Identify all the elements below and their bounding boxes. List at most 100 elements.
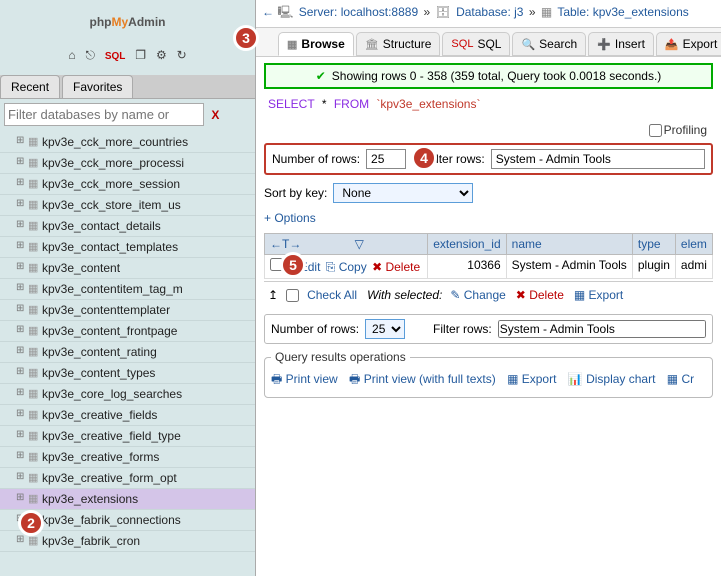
num-rows-select[interactable]: 25: [365, 319, 405, 339]
table-icon: ▦: [28, 261, 38, 274]
logo: phpMyAdmin: [0, 0, 255, 42]
col-name[interactable]: name: [506, 234, 632, 255]
tree-item-kpv3e_contact_templates[interactable]: ▦kpv3e_contact_templates: [0, 237, 255, 258]
col-elem[interactable]: elem: [675, 234, 712, 255]
check-all-link[interactable]: Check All: [307, 288, 357, 302]
clear-filter-icon[interactable]: X: [211, 108, 219, 122]
col-type[interactable]: type: [632, 234, 675, 255]
tree-item-kpv3e_creative_form_opt[interactable]: ▦kpv3e_creative_form_opt: [0, 468, 255, 489]
sort-key-select[interactable]: None: [333, 183, 473, 203]
browse-icon: ▦: [287, 38, 297, 51]
tab-recent[interactable]: Recent: [0, 75, 60, 98]
print-view-link[interactable]: 🖶 Print view: [271, 372, 338, 386]
tab-favorites[interactable]: Favorites: [62, 75, 133, 98]
filter-input[interactable]: [4, 103, 204, 126]
structure-icon: 🏛: [365, 38, 379, 51]
cell-name: System - Admin Tools: [506, 255, 632, 279]
sidebar-toolbar: ⌂ ⎋ SQL ❐ ⚙ ↻: [0, 42, 255, 67]
export-link[interactable]: ▦ Export: [507, 372, 556, 386]
tree-item-kpv3e_creative_forms[interactable]: ▦kpv3e_creative_forms: [0, 447, 255, 468]
table-icon: ▦: [28, 471, 38, 484]
table-icon: ▦: [28, 240, 38, 253]
sql-icon[interactable]: SQL: [105, 51, 126, 62]
tab-browse[interactable]: ▦Browse: [278, 32, 354, 56]
home-icon[interactable]: ⌂: [68, 48, 75, 62]
delete-link[interactable]: ✖ Delete: [372, 260, 420, 274]
row-filter-bar: Number of rows: Filter rows:: [264, 143, 713, 175]
badge-4: 4: [411, 145, 437, 171]
copy-link[interactable]: ⎘ Copy: [326, 260, 367, 274]
insert-icon: ➕: [597, 38, 611, 51]
table-icon: ▦: [28, 345, 38, 358]
table-icon: ▦: [28, 492, 38, 505]
table-row: ✎ Edit ⎘ Copy ✖ Delete 10366 System - Ad…: [265, 255, 713, 279]
tree-item-kpv3e_cck_more_countries[interactable]: ▦kpv3e_cck_more_countries: [0, 132, 255, 153]
reload-icon[interactable]: ↻: [177, 48, 187, 62]
tree-item-kpv3e_creative_field_type[interactable]: ▦kpv3e_creative_field_type: [0, 426, 255, 447]
tree-item-kpv3e_cck_more_session[interactable]: ▦kpv3e_cck_more_session: [0, 174, 255, 195]
table-icon: ▦: [28, 282, 38, 295]
docs-icon[interactable]: ❐: [135, 48, 146, 62]
tree-item-kpv3e_core_log_searches[interactable]: ▦kpv3e_core_log_searches: [0, 384, 255, 405]
tree-item-kpv3e_content[interactable]: ▦kpv3e_content: [0, 258, 255, 279]
change-link[interactable]: ✎ Change: [450, 288, 505, 302]
breadcrumb-table[interactable]: kpv3e_extensions: [593, 5, 689, 19]
sql-query: SELECT * FROM `kpv3e_extensions`: [264, 93, 713, 115]
tab-sql[interactable]: SQLSQL: [442, 32, 510, 56]
success-message: ✔Showing rows 0 - 358 (359 total, Query …: [264, 63, 713, 89]
tree-item-kpv3e_contenttemplater[interactable]: ▦kpv3e_contenttemplater: [0, 300, 255, 321]
tree-item-kpv3e_cck_more_processi[interactable]: ▦kpv3e_cck_more_processi: [0, 153, 255, 174]
badge-2: 2: [18, 510, 44, 536]
filter-rows-input[interactable]: [491, 149, 705, 169]
tab-structure[interactable]: 🏛Structure: [356, 32, 441, 56]
tab-export[interactable]: 📤Export: [656, 32, 721, 56]
tab-insert[interactable]: ➕Insert: [588, 32, 654, 56]
table-icon: ▦: [28, 156, 38, 169]
check-all-checkbox[interactable]: [286, 289, 299, 302]
tree-item-kpv3e_fabrik_cron[interactable]: ▦kpv3e_fabrik_cron: [0, 531, 255, 552]
profiling-checkbox[interactable]: [649, 124, 662, 137]
badge-5: 5: [280, 252, 306, 278]
table-icon: ▦: [28, 429, 38, 442]
tree-item-kpv3e_contact_details[interactable]: ▦kpv3e_contact_details: [0, 216, 255, 237]
table-icon: ▦: [28, 450, 38, 463]
tab-search[interactable]: 🔍Search: [512, 32, 586, 56]
database-icon: 🗄: [436, 5, 451, 19]
logout-icon[interactable]: ⎋: [85, 48, 95, 62]
table-icon: ▦: [28, 408, 38, 421]
table-icon: ▦: [28, 219, 38, 232]
tree-item-kpv3e_content_frontpage[interactable]: ▦kpv3e_content_frontpage: [0, 321, 255, 342]
options-toggle[interactable]: + Options: [264, 207, 713, 229]
create-link[interactable]: ▦ Cr: [667, 372, 694, 386]
breadcrumb: ← 🖳 Server: localhost:8889 » 🗄 Database:…: [256, 0, 721, 28]
export-selected-link[interactable]: ▦ Export: [574, 288, 623, 302]
settings-icon[interactable]: ⚙: [156, 48, 167, 62]
tree-item-kpv3e_content_types[interactable]: ▦kpv3e_content_types: [0, 363, 255, 384]
breadcrumb-server[interactable]: localhost:8889: [341, 5, 418, 19]
query-ops: Query results operations 🖶 Print view 🖶 …: [264, 350, 713, 398]
search-icon: 🔍: [521, 38, 535, 51]
check-icon: ✔: [316, 69, 326, 83]
tree-item-kpv3e_creative_fields[interactable]: ▦kpv3e_creative_fields: [0, 405, 255, 426]
export-icon: 📤: [665, 38, 679, 51]
chart-link[interactable]: 📊 Display chart: [568, 372, 656, 386]
badge-3: 3: [233, 25, 259, 51]
table-tree[interactable]: ▦kpv3e_cck_more_countries▦kpv3e_cck_more…: [0, 130, 255, 576]
num-rows-input[interactable]: [366, 149, 406, 169]
tree-item-kpv3e_contentitem_tag_m[interactable]: ▦kpv3e_contentitem_tag_m: [0, 279, 255, 300]
tree-item-kpv3e_extensions[interactable]: ▦kpv3e_extensions: [0, 489, 255, 510]
col-extension-id[interactable]: extension_id: [428, 234, 506, 255]
tree-item-kpv3e_content_rating[interactable]: ▦kpv3e_content_rating: [0, 342, 255, 363]
breadcrumb-db[interactable]: j3: [514, 5, 523, 19]
server-icon: 🖳: [277, 5, 293, 19]
cell-ext-id: 10366: [428, 255, 506, 279]
print-full-link[interactable]: 🖶 Print view (with full texts): [349, 372, 496, 386]
filter-rows-input-2[interactable]: [498, 320, 706, 338]
table-icon: ▦: [28, 324, 38, 337]
delete-selected-link[interactable]: ✖ Delete: [516, 288, 564, 302]
sidebar-tabs: Recent Favorites: [0, 75, 255, 99]
tree-item-kpv3e_cck_store_item_us[interactable]: ▦kpv3e_cck_store_item_us: [0, 195, 255, 216]
table-icon: ▦: [28, 366, 38, 379]
cell-elem: admi: [675, 255, 712, 279]
table-icon: ▦: [28, 387, 38, 400]
